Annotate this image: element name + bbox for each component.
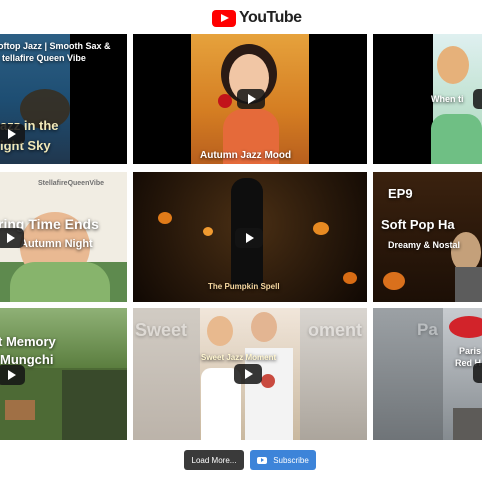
video-title-ghost: oment <box>308 320 362 340</box>
video-thumbnail[interactable]: t Memory Mungchi <box>0 308 127 440</box>
video-title-line: Soft Pop Ha <box>381 217 455 232</box>
video-thumbnail[interactable]: Autumn Jazz Mood <box>133 34 367 164</box>
play-icon[interactable] <box>473 363 482 383</box>
youtube-play-icon <box>257 456 268 464</box>
video-title: When ti <box>431 94 464 104</box>
subscribe-label: Subscribe <box>273 455 309 465</box>
video-title-line: oftop Jazz | Smooth Sax & <box>0 41 111 51</box>
video-thumbnail[interactable]: The Pumpkin Spell <box>133 172 367 302</box>
video-title-line: EP9 <box>388 186 413 201</box>
video-title-ghost: Pa <box>417 320 438 339</box>
load-more-button[interactable]: Load More... <box>184 450 244 470</box>
video-thumbnail[interactable]: Pa Paris Red H <box>373 308 482 440</box>
video-watermark: StellafireQueenVibe <box>38 180 105 187</box>
play-icon[interactable] <box>235 228 263 248</box>
video-title-line: Paris <box>459 346 482 356</box>
subscribe-button[interactable]: Subscribe <box>250 450 316 470</box>
video-thumbnail[interactable]: StellafireQueenVibe ring Time Ends Autum… <box>0 172 127 302</box>
video-title-line: tellafire Queen Vibe <box>2 53 86 63</box>
video-title: The Pumpkin Spell <box>208 282 280 291</box>
video-title-line: Dreamy & Nostal <box>388 240 461 250</box>
play-icon[interactable] <box>0 124 25 144</box>
video-title: Sweet Jazz Moment <box>201 353 277 362</box>
play-icon[interactable] <box>234 364 262 384</box>
video-title-ghost: Sweet <box>135 320 188 340</box>
video-title-line: t Memory <box>0 334 56 349</box>
play-icon[interactable] <box>0 228 24 248</box>
youtube-wordmark: YouTube <box>239 9 302 26</box>
video-thumbnail[interactable]: Sweet oment Sweet Jazz Moment <box>133 308 367 440</box>
youtube-play-icon <box>212 9 236 27</box>
video-thumbnail[interactable]: EP9 Soft Pop Ha Dreamy & Nostal <box>373 172 482 302</box>
video-title-line: Autumn Night <box>20 238 93 250</box>
play-icon[interactable] <box>237 89 265 109</box>
video-title: Autumn Jazz Mood <box>200 150 292 161</box>
video-thumbnail[interactable]: When ti <box>373 34 482 164</box>
youtube-logo[interactable]: YouTube <box>212 9 302 27</box>
play-icon[interactable] <box>473 89 482 109</box>
play-icon[interactable] <box>0 365 25 385</box>
header: YouTube <box>0 0 482 34</box>
video-thumbnail[interactable]: oftop Jazz | Smooth Sax & tellafire Quee… <box>0 34 127 164</box>
